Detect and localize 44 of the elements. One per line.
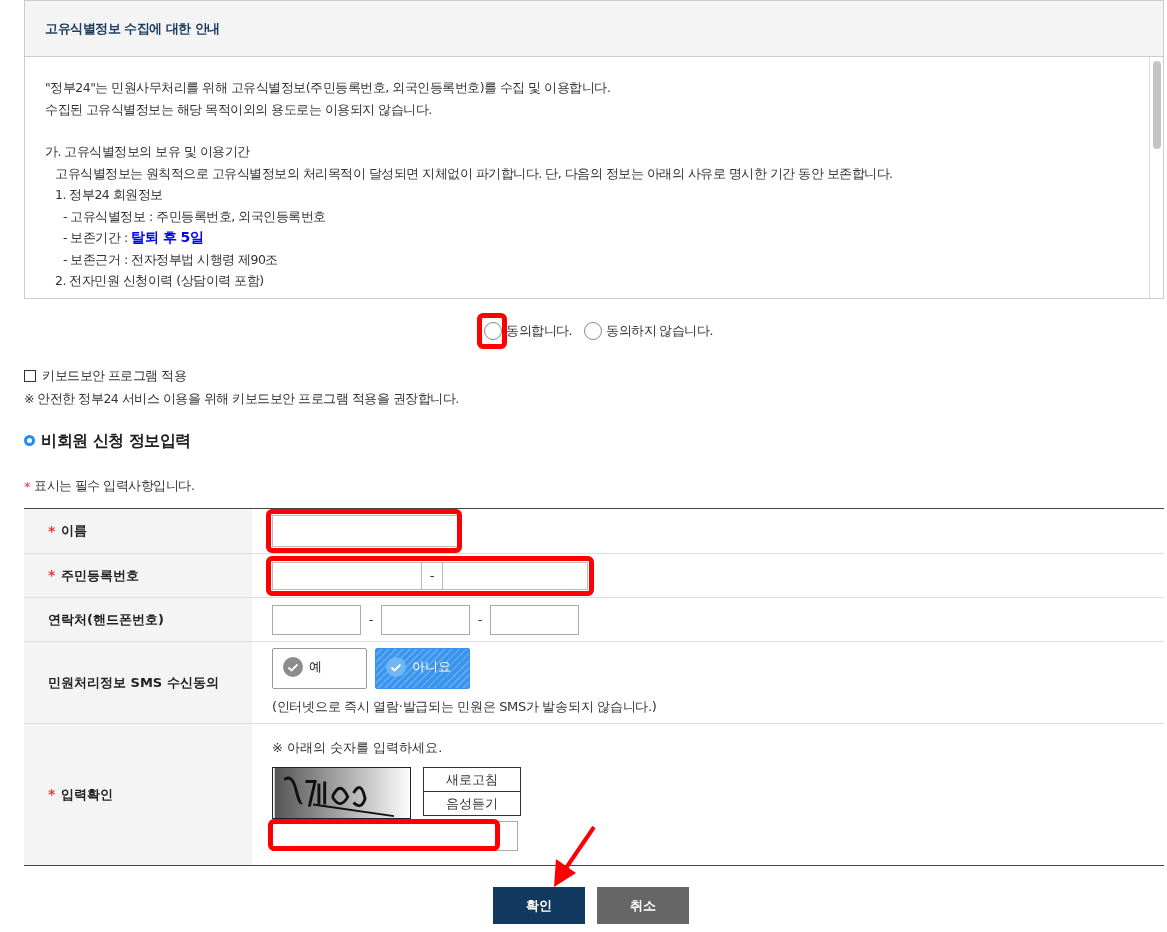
notice-item: 2. 전자민원 신청이력 (상담이력 포함) (55, 272, 265, 290)
consent-radio[interactable]: 동의하지 않습니다. (584, 321, 713, 341)
refresh-button[interactable]: 새로고침 (423, 767, 521, 793)
field-label: 주민등록번호 (61, 566, 140, 585)
field-label: 입력확인 (61, 785, 114, 804)
checkbox-label: 키보드보안 프로그램 적용 (42, 367, 187, 385)
notice-detail: - 고유식별정보 : 주민등록번호, 외국인등록번호 (62, 207, 327, 226)
check-icon (386, 657, 406, 678)
cancel-button[interactable]: 취소 (596, 887, 689, 924)
notice-title: 고유식별정보 수집에 대한 안내 (45, 19, 220, 38)
section-title: 비회원 신청 정보입력 (41, 429, 191, 452)
dash-separator: - (367, 610, 375, 629)
required-mark: * (48, 566, 56, 585)
notice-detail: - 보존기간 : 탈퇴 후 5일 (62, 228, 205, 247)
notice-heading: 가. 고유식별정보의 보유 및 이용기간 (45, 143, 251, 161)
keyboard-security-checkbox[interactable]: 키보드보안 프로그램 적용 (24, 367, 1167, 386)
phone-field[interactable] (381, 604, 470, 635)
security-note: ※ 안전한 정부24 서비스 이용을 위해 키보드보안 프로그램 적용을 권장합니다. (24, 389, 460, 408)
captcha-instruction: ※ 아래의 숫자를 입력하세요. (272, 738, 444, 757)
required-mark: * (48, 521, 56, 541)
dash-separator: - (476, 610, 484, 629)
sms-option-button[interactable]: 예 (272, 648, 367, 690)
sms-note: (인터넷으로 즉시 열람·발급되는 민원은 SMS가 발송되지 않습니다.) (272, 698, 657, 717)
rrn-front-field[interactable] (272, 561, 422, 590)
notice-text: 수집된 고유식별정보는 해당 목적이외의 용도로는 이용되지 않습니다. (45, 100, 433, 119)
notice-text: "정부24"는 민원사무처리를 위해 고유식별정보(주민등록번호, 외국인등록번호)를 수집 및 이용합니다. (45, 79, 612, 97)
confirm-button[interactable]: 확인 (492, 887, 585, 924)
required-mark: * (48, 785, 56, 804)
field-label: 이름 (61, 522, 88, 541)
notice-detail: - 보존근거 : 전자정부법 시행령 제90조 (62, 250, 279, 269)
consent-radio[interactable]: 동의합니다. (484, 321, 572, 341)
section-bullet-icon (24, 435, 35, 446)
phone-field[interactable] (490, 604, 579, 635)
highlight-frame (477, 312, 508, 349)
check-icon (283, 657, 303, 678)
phone-field[interactable] (272, 604, 361, 635)
field-label: 민원처리정보 SMS 수신동의 (48, 673, 219, 692)
required-note: 표시는 필수 입력사항입니다. (34, 476, 195, 495)
audio-button[interactable]: 음성듣기 (423, 791, 521, 817)
rrn-back-field[interactable] (442, 561, 588, 590)
notice-item: 1. 정부24 회원정보 (55, 186, 164, 204)
field-label: 연락처(핸드폰번호) (48, 610, 164, 629)
required-mark: * (24, 477, 30, 496)
notice-text: 고유식별정보는 원칙적으로 고유식별정보의 처리목적이 달성되면 지체없이 파기합니다. 단, 다음의 정보는 아래의 사유로 명시한 기간 동안 보존합니다. (54, 164, 894, 183)
